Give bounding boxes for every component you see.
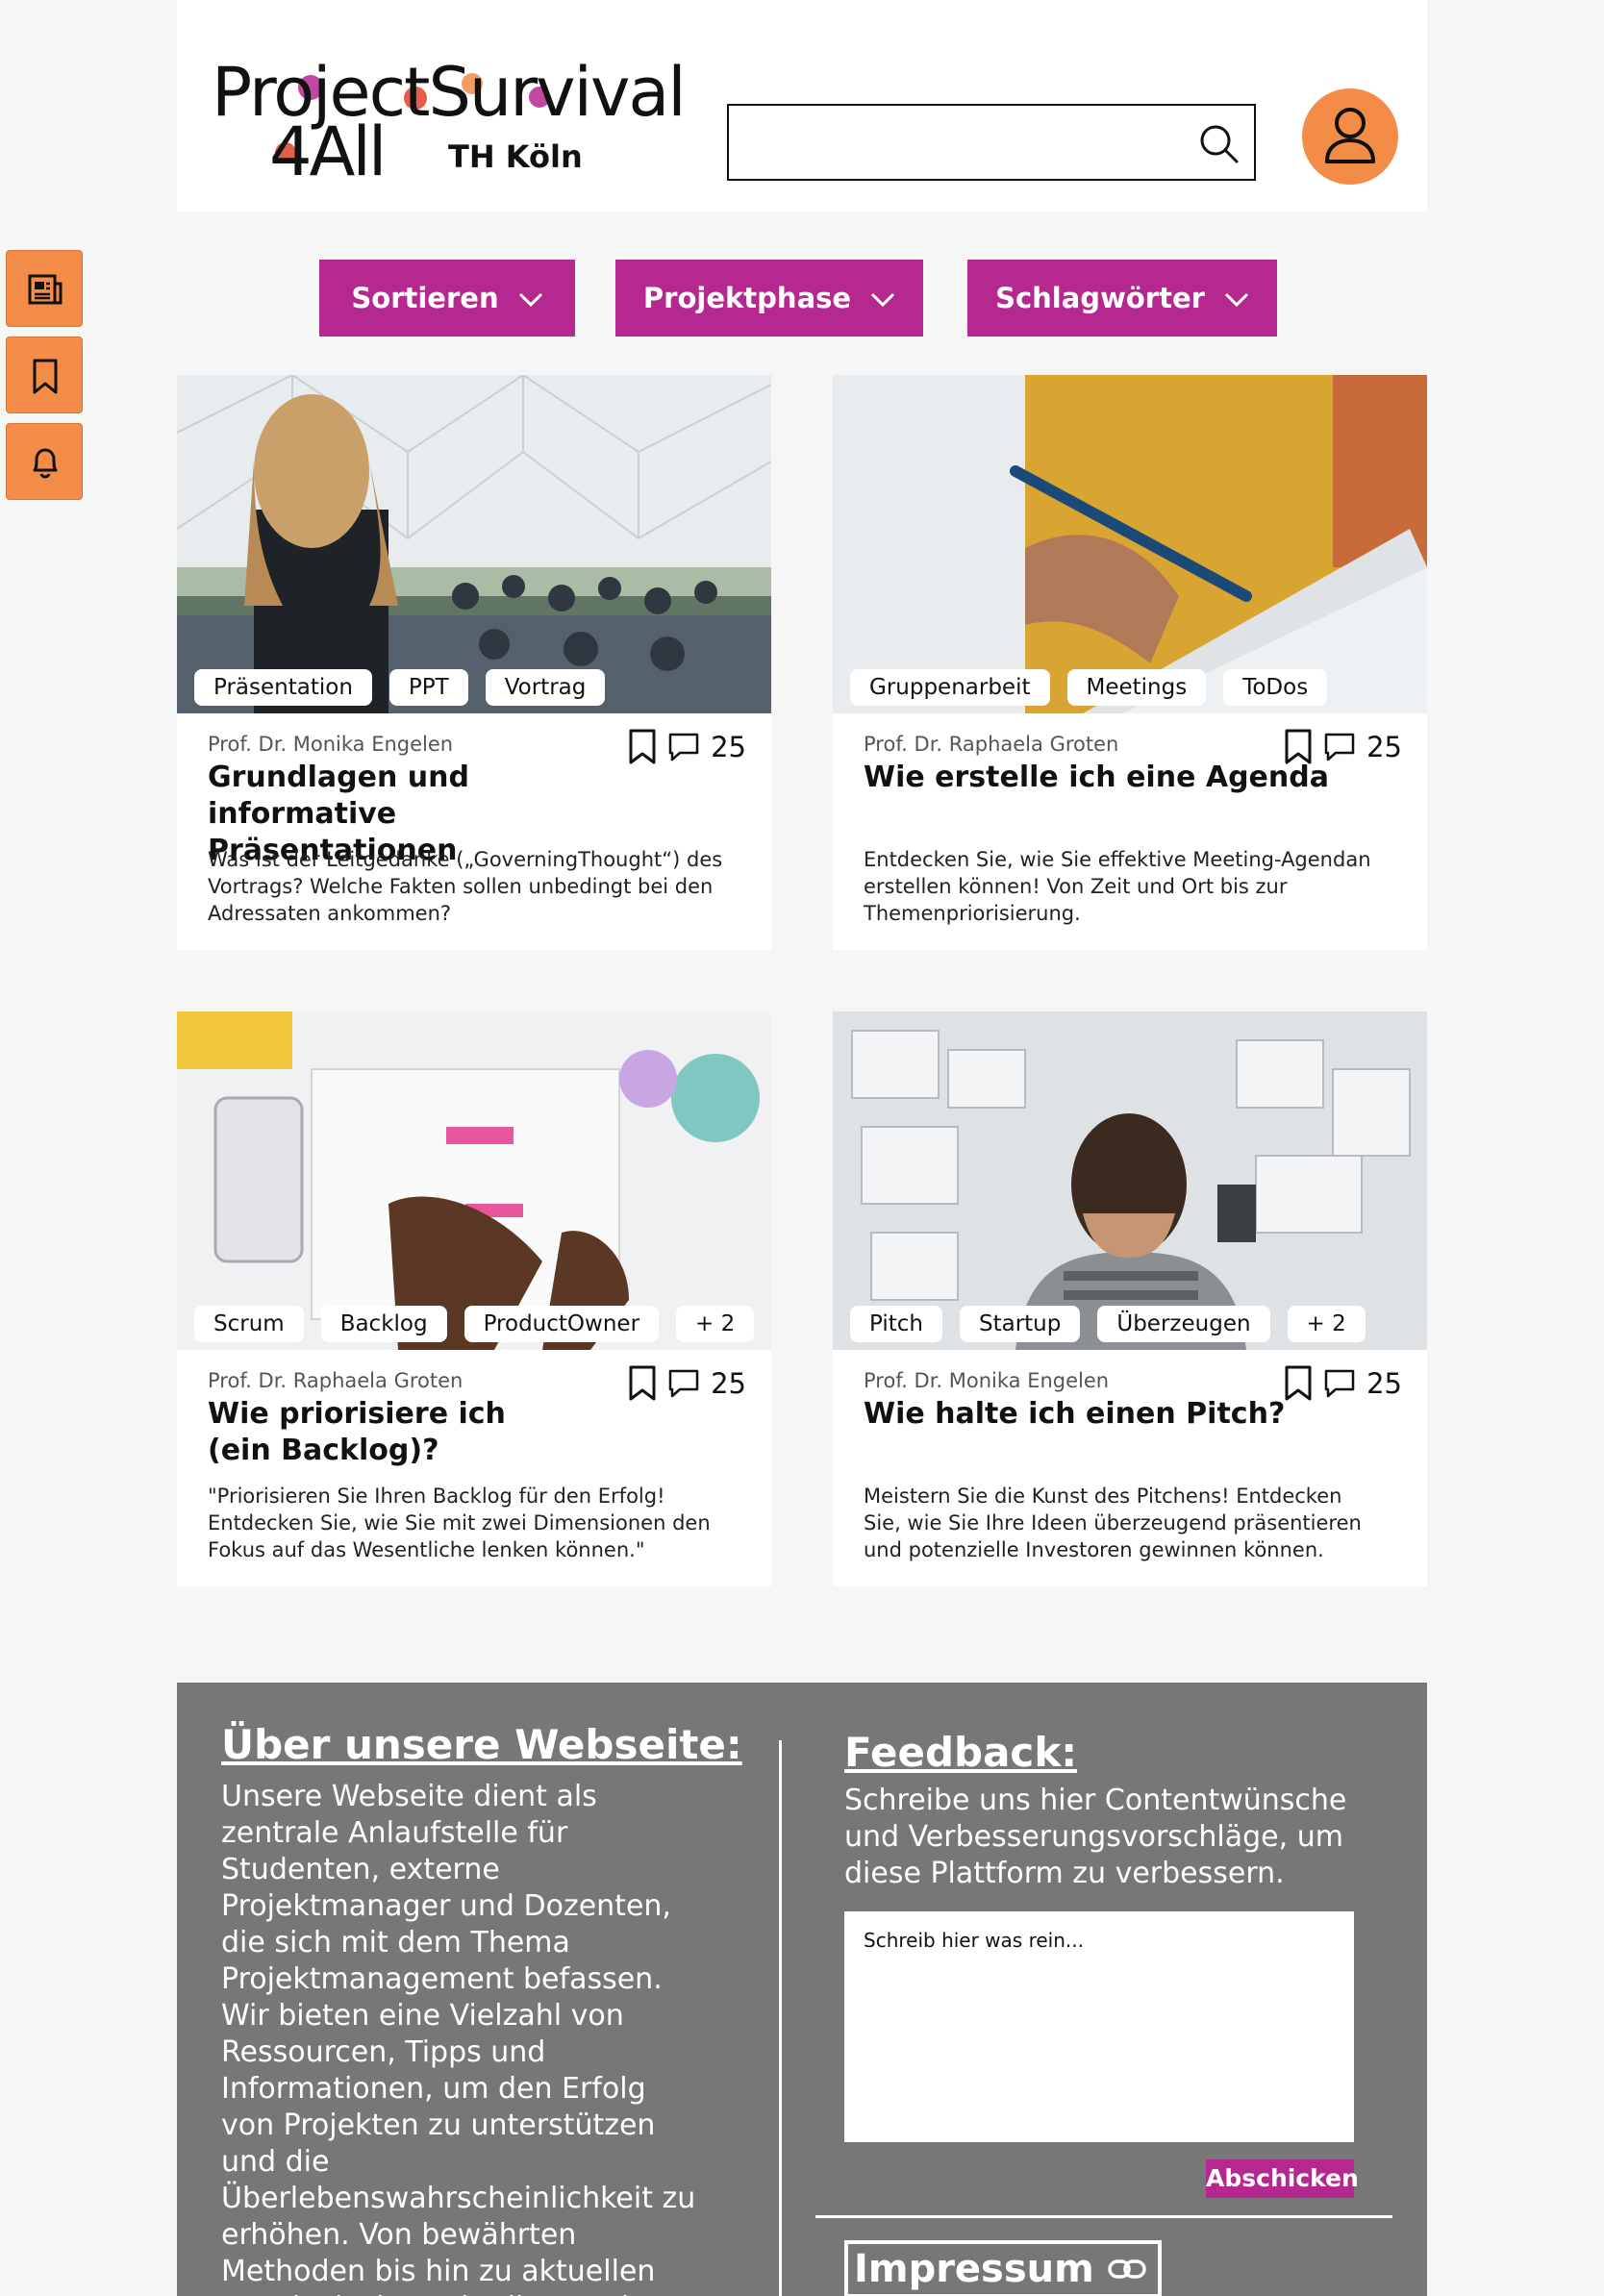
comment-count: 25 (1366, 731, 1402, 763)
notifications-button[interactable] (6, 423, 83, 500)
logo-line-2: 4All (269, 112, 387, 191)
tag-list: Gruppenarbeit Meetings ToDos (850, 669, 1328, 706)
search-box[interactable] (727, 104, 1256, 181)
tag[interactable]: ToDos (1223, 669, 1328, 706)
card-author: Prof. Dr. Raphaela Groten (208, 1369, 464, 1392)
card-description: Was ist der Leitgedanke („GoverningThoug… (208, 848, 723, 925)
tag[interactable]: Scrum (194, 1306, 304, 1342)
card-description: "Priorisieren Sie Ihren Backlog für den … (208, 1485, 711, 1561)
bookmark-icon (33, 359, 58, 394)
footer-separator (815, 2215, 1392, 2218)
site-logo[interactable]: ProjectSurvival 4All TH Köln (212, 54, 692, 190)
article-card[interactable]: Präsentation PPT Vortrag Prof. Dr. Monik… (177, 375, 771, 950)
user-avatar-button[interactable] (1302, 88, 1398, 185)
card-author: Prof. Dr. Monika Engelen (208, 733, 454, 756)
newspaper-icon (28, 274, 63, 305)
comment-icon[interactable] (1322, 732, 1357, 762)
bookmarks-button[interactable] (6, 337, 83, 413)
feedback-textarea[interactable] (844, 1911, 1354, 2142)
search-input[interactable] (739, 115, 1181, 169)
card-description: Entdecken Sie, wie Sie effektive Meeting… (864, 848, 1371, 925)
more-tags-badge[interactable]: + 2 (676, 1306, 755, 1342)
tag[interactable]: Startup (960, 1306, 1081, 1342)
footer-divider (779, 1740, 782, 2296)
about-title: Über unsere Webseite: (221, 1721, 742, 1768)
project-phase-dropdown[interactable]: Projektphase (615, 260, 923, 337)
chevron-down-icon (1224, 292, 1248, 308)
chevron-down-icon (518, 292, 542, 308)
impressum-label: Impressum (854, 2247, 1094, 2291)
article-card[interactable]: Pitch Startup Überzeugen + 2 Prof. Dr. M… (833, 1011, 1427, 1586)
tag-list: Präsentation PPT Vortrag (194, 669, 606, 706)
submit-feedback-button[interactable]: Abschicken (1206, 2159, 1359, 2198)
chevron-down-icon (871, 292, 895, 308)
tag[interactable]: Gruppenarbeit (850, 669, 1050, 706)
comment-icon[interactable] (666, 1368, 701, 1399)
bookmark-icon[interactable] (628, 1365, 657, 1402)
article-card[interactable]: Gruppenarbeit Meetings ToDos Prof. Dr. R… (833, 375, 1427, 950)
article-image-backlog (177, 1011, 771, 1350)
comment-count: 25 (1366, 1367, 1402, 1400)
sort-dropdown-label: Sortieren (351, 282, 499, 314)
keywords-dropdown[interactable]: Schlagwörter (967, 260, 1277, 337)
bookmark-icon[interactable] (628, 729, 657, 765)
keywords-dropdown-label: Schlagwörter (995, 282, 1205, 314)
card-title[interactable]: Wie halte ich einen Pitch? (864, 1396, 1364, 1433)
feedback-text: Schreibe uns hier Contentwünsche und Ver… (844, 1784, 1347, 1890)
site-header: ProjectSurvival 4All TH Köln (177, 0, 1427, 212)
logo-institution: TH Köln (448, 138, 583, 175)
search-icon[interactable] (1198, 123, 1241, 165)
about-text: Unsere Webseite dient als zentrale Anlau… (221, 1780, 696, 2296)
more-tags-badge[interactable]: + 2 (1287, 1306, 1366, 1342)
tag[interactable]: Pitch (850, 1306, 942, 1342)
tag[interactable]: Meetings (1066, 669, 1207, 706)
tag[interactable]: Präsentation (194, 669, 372, 706)
tag-list: Pitch Startup Überzeugen + 2 (850, 1306, 1366, 1342)
article-image-presentation (177, 375, 771, 713)
tag[interactable]: Backlog (320, 1306, 447, 1342)
card-actions: 25 (628, 1365, 746, 1402)
bell-icon (33, 448, 58, 479)
card-title[interactable]: Wie erstelle ich eine Agenda (864, 760, 1364, 796)
site-footer: Über unsere Webseite: Unsere Webseite di… (177, 1683, 1427, 2296)
tag[interactable]: Vortrag (485, 669, 606, 706)
impressum-link[interactable]: Impressum (844, 2240, 1162, 2296)
card-description: Meistern Sie die Kunst des Pitchens! Ent… (864, 1485, 1362, 1561)
article-card[interactable]: Scrum Backlog ProductOwner + 2 Prof. Dr.… (177, 1011, 771, 1586)
comment-count: 25 (711, 1367, 746, 1400)
comment-count: 25 (711, 731, 746, 763)
comment-icon[interactable] (1322, 1368, 1357, 1399)
card-title[interactable]: Wie priorisiere ich (ein Backlog)? (208, 1396, 535, 1469)
user-icon (1325, 108, 1375, 163)
comment-icon[interactable] (666, 732, 701, 762)
project-phase-dropdown-label: Projektphase (642, 282, 852, 314)
card-actions: 25 (628, 729, 746, 765)
article-image-pitch (833, 1011, 1427, 1350)
tag-list: Scrum Backlog ProductOwner + 2 (194, 1306, 755, 1342)
news-button[interactable] (6, 250, 83, 327)
tag[interactable]: ProductOwner (464, 1306, 660, 1342)
feedback-title: Feedback: (844, 1729, 1078, 1776)
sort-dropdown[interactable]: Sortieren (319, 260, 575, 337)
link-icon (1108, 2259, 1146, 2279)
tag[interactable]: Überzeugen (1097, 1306, 1270, 1342)
article-image-agenda (833, 375, 1427, 713)
card-author: Prof. Dr. Raphaela Groten (864, 733, 1119, 756)
tag[interactable]: PPT (388, 669, 468, 706)
card-author: Prof. Dr. Monika Engelen (864, 1369, 1110, 1392)
